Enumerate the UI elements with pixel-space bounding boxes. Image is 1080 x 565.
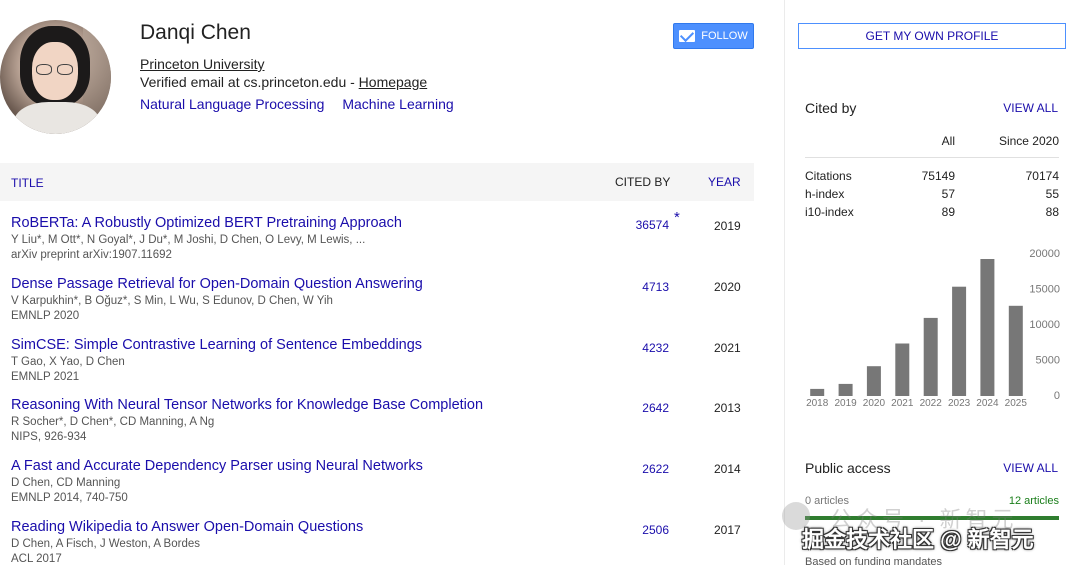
x-tick-label: 2019 (834, 398, 857, 409)
table-row: Reading Wikipedia to Answer Open-Domain … (0, 519, 754, 565)
paper-year: 2019 (714, 219, 741, 233)
paper-year: 2020 (714, 280, 741, 294)
stat-all: 89 (941, 205, 955, 219)
stats-col-since: Since 2020 (998, 134, 1059, 148)
paper-year: 2014 (714, 462, 741, 476)
paper-year: 2017 (714, 523, 741, 537)
cited-by-link[interactable]: 36574 (609, 218, 669, 232)
cited-by-link[interactable]: 4713 (609, 280, 669, 294)
table-row: RoBERTa: A Robustly Optimized BERT Pretr… (0, 209, 754, 275)
profile-name: Danqi Chen (140, 21, 251, 44)
stat-all: 57 (941, 187, 955, 201)
x-tick-label: 2023 (948, 398, 971, 409)
divider (805, 157, 1059, 158)
public-access-view-all-link[interactable]: VIEW ALL (1003, 461, 1058, 475)
citation-stats-table: All Since 2020 Citations 75149 70174 h-i… (805, 134, 1059, 223)
paper-title-link[interactable]: Reasoning With Neural Tensor Networks fo… (11, 397, 483, 413)
homepage-link[interactable]: Homepage (359, 74, 428, 90)
panel-divider (784, 0, 785, 565)
follow-button[interactable]: FOLLOW (673, 23, 754, 49)
chart-bar-2018[interactable] (810, 388, 825, 396)
x-tick-label: 2018 (806, 398, 829, 409)
shared-citation-star[interactable]: * (674, 209, 680, 226)
y-tick-label: 5000 (1036, 355, 1060, 367)
table-row: SimCSE: Simple Contrastive Learning of S… (0, 337, 754, 397)
y-tick-label: 15000 (1029, 284, 1060, 296)
x-tick-label: 2025 (1005, 398, 1028, 409)
stat-all: 75149 (921, 169, 955, 183)
public-access-title: Public access (805, 460, 891, 476)
profile-photo (0, 20, 111, 134)
paper-venue: EMNLP 2020 (11, 310, 80, 322)
paper-authors: Y Liu*, M Ott*, N Goyal*, J Du*, M Joshi… (11, 234, 366, 246)
cited-by-link[interactable]: 2622 (609, 462, 669, 476)
paper-venue: EMNLP 2021 (11, 371, 80, 383)
interest-link-nlp[interactable]: Natural Language Processing (140, 96, 324, 112)
stat-since: 88 (1045, 205, 1059, 219)
sort-by-cited[interactable]: CITED BY (615, 175, 670, 189)
cited-by-view-all-link[interactable]: VIEW ALL (1003, 101, 1058, 115)
paper-venue: arXiv preprint arXiv:1907.11692 (11, 249, 172, 261)
citations-per-year-chart: 2018 2019 2020 2021 2022 2023 2024 2025 0 5000 100… (806, 248, 1060, 409)
stat-since: 70174 (1025, 169, 1059, 183)
stat-label: h-index (805, 187, 845, 201)
chart-bar-2021[interactable] (895, 343, 910, 397)
paper-authors: D Chen, A Fisch, J Weston, A Bordes (11, 538, 200, 550)
envelope-icon (679, 30, 696, 42)
stats-col-all: All (941, 134, 955, 148)
stat-since: 55 (1045, 187, 1059, 201)
y-tick-label: 20000 (1029, 248, 1060, 260)
x-tick-label: 2024 (976, 398, 999, 409)
paper-year: 2021 (714, 341, 741, 355)
stat-label: i10-index (805, 205, 854, 219)
paper-title-link[interactable]: Dense Passage Retrieval for Open-Domain … (11, 276, 423, 292)
table-row: Dense Passage Retrieval for Open-Domain … (0, 276, 754, 336)
x-tick-label: 2021 (891, 398, 914, 409)
chart-bar-2023[interactable] (952, 286, 967, 396)
chart-bar-2022[interactable] (923, 317, 938, 396)
paper-venue: ACL 2017 (11, 553, 62, 565)
cited-by-title: Cited by (805, 100, 857, 116)
stat-label: Citations (805, 169, 852, 183)
watermark-text: 掘金技术社区 @ 新智元 (802, 527, 1034, 552)
paper-venue: EMNLP 2014, 740-750 (11, 492, 128, 504)
interest-link-ml[interactable]: Machine Learning (342, 96, 453, 112)
chart-bar-2020[interactable] (866, 366, 881, 396)
email-text: Verified email at cs.princeton.edu - (140, 74, 359, 90)
paper-title-link[interactable]: A Fast and Accurate Dependency Parser us… (11, 458, 423, 474)
y-tick-label: 0 (1054, 390, 1060, 402)
paper-title-link[interactable]: SimCSE: Simple Contrastive Learning of S… (11, 337, 422, 353)
table-row: A Fast and Accurate Dependency Parser us… (0, 458, 754, 518)
paper-venue: NIPS, 926-934 (11, 431, 87, 443)
x-tick-label: 2022 (920, 398, 943, 409)
chart-bar-2024[interactable] (980, 259, 995, 396)
paper-authors: V Karpukhin*, B Oğuz*, S Min, L Wu, S Ed… (11, 295, 333, 307)
sort-by-year[interactable]: YEAR (708, 175, 741, 189)
cited-by-link[interactable]: 2506 (609, 523, 669, 537)
get-my-own-profile-button[interactable]: GET MY OWN PROFILE (798, 23, 1066, 49)
paper-year: 2013 (714, 401, 741, 415)
sort-by-title[interactable]: TITLE (11, 176, 44, 190)
paper-authors: T Gao, X Yao, D Chen (11, 356, 125, 368)
cited-by-link[interactable]: 4232 (609, 341, 669, 355)
paper-authors: R Socher*, D Chen*, CD Manning, A Ng (11, 416, 215, 428)
x-tick-label: 2020 (863, 398, 886, 409)
research-interests: Natural Language Processing Machine Lear… (140, 96, 468, 112)
cited-by-link[interactable]: 2642 (609, 401, 669, 415)
verified-email: Verified email at cs.princeton.edu - Hom… (140, 74, 427, 90)
chart-bar-2025[interactable] (1008, 305, 1023, 396)
paper-title-link[interactable]: Reading Wikipedia to Answer Open-Domain … (11, 519, 363, 535)
table-row: Reasoning With Neural Tensor Networks fo… (0, 397, 754, 457)
y-tick-label: 10000 (1029, 319, 1060, 331)
paper-authors: D Chen, CD Manning (11, 477, 121, 489)
affiliation-link[interactable]: Princeton University (140, 56, 265, 72)
paper-title-link[interactable]: RoBERTa: A Robustly Optimized BERT Pretr… (11, 215, 402, 231)
follow-label: FOLLOW (701, 30, 748, 42)
watermark: 公众号 · 新智元 掘金技术社区 @ 新智元 (780, 500, 1080, 565)
publications-header: TITLE CITED BY YEAR (0, 163, 754, 201)
chart-bar-2019[interactable] (838, 383, 853, 396)
